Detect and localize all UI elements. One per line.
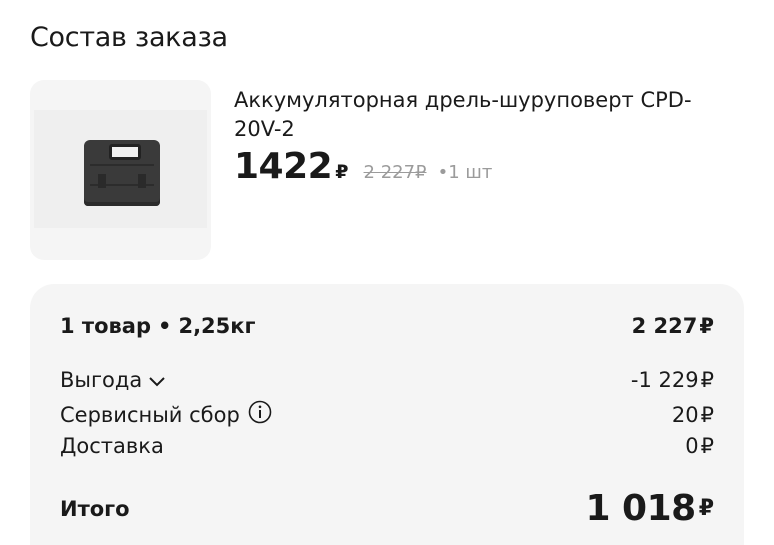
- summary-items-row: 1 товар • 2,25кг 2 227 ₽: [60, 314, 714, 338]
- items-weight: 2,25кг: [178, 314, 256, 338]
- benefit-label: Выгода: [60, 368, 143, 392]
- summary-benefit-row[interactable]: Выгода -1 229 ₽: [60, 368, 714, 392]
- service-fee-label: Сервисный сбор: [60, 402, 240, 427]
- case-icon: [84, 140, 160, 206]
- quantity-value: 1 шт: [448, 162, 493, 183]
- total-currency: ₽: [698, 496, 714, 521]
- items-total: 2 227: [631, 314, 698, 338]
- total-value: 1 018: [585, 488, 696, 529]
- total-label: Итого: [60, 496, 130, 521]
- product-old-price: 2 227₽: [363, 162, 427, 183]
- product-price-currency: ₽: [335, 161, 349, 183]
- benefit-value: -1 229: [630, 368, 699, 392]
- page-title: Состав заказа: [30, 22, 228, 53]
- product-name[interactable]: Аккумуляторная дрель-шуруповерт CPD-20V-…: [234, 86, 704, 144]
- delivery-currency: ₽: [700, 434, 714, 458]
- items-count: 1 товар: [60, 314, 152, 338]
- order-summary: 1 товар • 2,25кг 2 227 ₽ Выгода -1 229 ₽ С…: [30, 284, 744, 545]
- benefit-currency: ₽: [700, 368, 714, 392]
- items-total-currency: ₽: [699, 314, 714, 338]
- product-quantity: •1 шт: [437, 162, 493, 183]
- service-fee-currency: ₽: [700, 402, 714, 427]
- summary-service-fee-row: Сервисный сбор 20 ₽: [60, 400, 714, 429]
- product-price-row: 1422 ₽ 2 227₽ •1 шт: [234, 146, 493, 187]
- delivery-value: 0: [685, 434, 699, 458]
- info-icon[interactable]: [248, 400, 272, 429]
- delivery-label: Доставка: [60, 434, 164, 458]
- summary-delivery-row: Доставка 0 ₽: [60, 434, 714, 458]
- summary-total-row: Итого 1 018 ₽: [60, 488, 714, 529]
- tool-case-image: [34, 110, 207, 228]
- chevron-down-icon[interactable]: [148, 368, 166, 392]
- product-image[interactable]: [30, 80, 211, 260]
- product-price: 1422: [234, 146, 333, 187]
- service-fee-value: 20: [671, 402, 699, 427]
